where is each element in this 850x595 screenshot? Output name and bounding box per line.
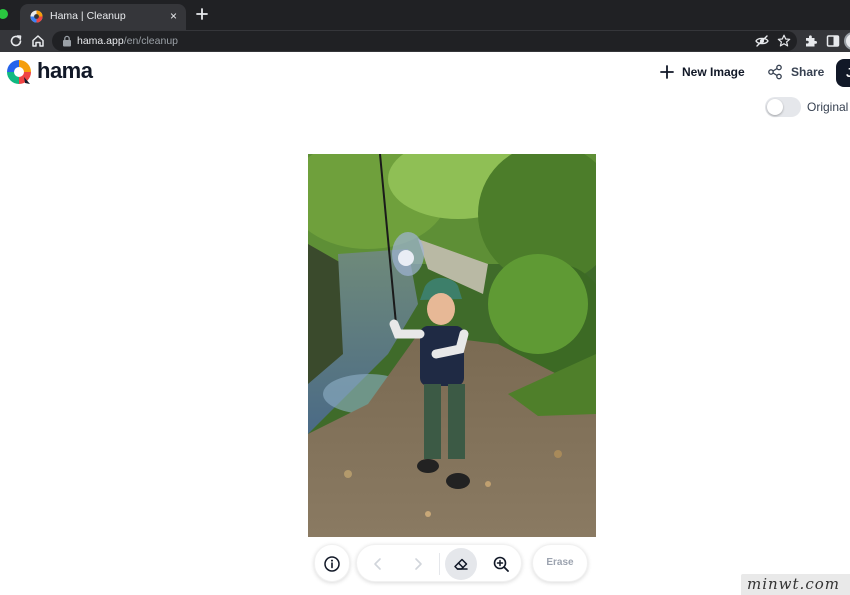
original-label: Original bbox=[807, 100, 849, 114]
erase-button[interactable]: Erase bbox=[532, 544, 588, 582]
account-button[interactable]: J bbox=[836, 59, 850, 87]
undo-chevron-left-icon[interactable] bbox=[369, 555, 387, 573]
hama-logo-icon bbox=[7, 60, 31, 84]
reload-icon[interactable] bbox=[8, 33, 24, 49]
edit-tools-group bbox=[356, 544, 522, 582]
address-bar[interactable]: hama.app/en/cleanup bbox=[52, 31, 797, 51]
browser-tab-active[interactable]: Hama | Cleanup × bbox=[20, 4, 186, 30]
eye-off-icon[interactable] bbox=[754, 33, 770, 49]
eraser-icon bbox=[454, 558, 468, 570]
extensions-puzzle-icon[interactable] bbox=[803, 33, 819, 49]
watermark: minwt.com bbox=[741, 574, 850, 595]
eraser-tool-button[interactable] bbox=[445, 548, 477, 580]
share-button[interactable]: Share bbox=[767, 62, 824, 82]
plus-icon bbox=[660, 65, 674, 79]
info-button[interactable] bbox=[314, 544, 350, 582]
tab-title: Hama | Cleanup bbox=[50, 10, 126, 22]
original-toggle[interactable] bbox=[765, 97, 801, 117]
hama-favicon-icon bbox=[30, 10, 43, 23]
profile-avatar[interactable] bbox=[844, 32, 850, 50]
redo-chevron-right-icon[interactable] bbox=[409, 555, 427, 573]
toolbar-divider bbox=[439, 553, 440, 575]
edited-photo[interactable] bbox=[308, 154, 596, 537]
home-icon[interactable] bbox=[30, 33, 46, 49]
toggle-knob bbox=[767, 99, 783, 115]
new-tab-icon[interactable] bbox=[194, 6, 210, 22]
new-image-label: New Image bbox=[682, 65, 745, 79]
new-image-button[interactable]: New Image bbox=[660, 62, 745, 82]
account-button-label: J bbox=[846, 65, 850, 80]
share-icon bbox=[768, 64, 782, 80]
brand-name[interactable]: hama bbox=[37, 58, 93, 84]
side-panel-icon[interactable] bbox=[825, 33, 841, 49]
bookmark-star-icon[interactable] bbox=[776, 33, 792, 49]
lock-icon[interactable] bbox=[62, 35, 72, 47]
erase-label: Erase bbox=[546, 557, 574, 568]
url-text[interactable]: hama.app/en/cleanup bbox=[77, 35, 178, 47]
browser-tab-strip: Hama | Cleanup × bbox=[0, 0, 850, 30]
browser-toolbar: hama.app/en/cleanup bbox=[0, 30, 850, 52]
window-maximize-dot[interactable] bbox=[0, 9, 8, 19]
info-icon bbox=[324, 556, 340, 572]
share-label: Share bbox=[791, 65, 825, 79]
tab-close-icon[interactable]: × bbox=[170, 8, 177, 24]
zoom-in-icon[interactable] bbox=[492, 555, 510, 573]
watermark-text: minwt.com bbox=[747, 575, 840, 593]
